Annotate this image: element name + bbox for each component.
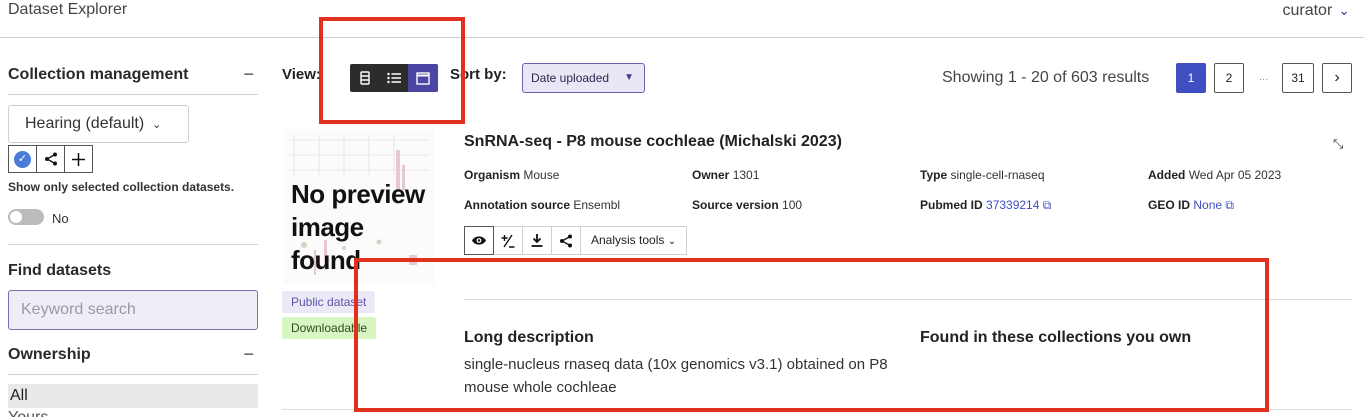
long-description-title: Long description bbox=[464, 329, 594, 346]
compact-view-icon bbox=[359, 71, 370, 85]
page-button-1[interactable]: 1 bbox=[1176, 63, 1206, 93]
pubmed-link[interactable]: 37339214 bbox=[986, 198, 1039, 212]
collection-management-title: Collection management bbox=[8, 66, 189, 83]
meta-geo-id: GEO ID None ⧉ bbox=[1148, 198, 1234, 213]
meta-label: Type bbox=[920, 168, 948, 182]
meta-value: Mouse bbox=[523, 168, 560, 182]
eye-icon bbox=[472, 236, 486, 245]
meta-label: Annotation source bbox=[464, 198, 571, 212]
show-only-selected-toggle[interactable] bbox=[8, 209, 44, 225]
app-title: Dataset Explorer bbox=[8, 1, 128, 18]
download-button[interactable] bbox=[523, 227, 552, 254]
long-description-text: single-nucleus rnaseq data (10x genomics… bbox=[464, 356, 888, 396]
page-button-2[interactable]: 2 bbox=[1214, 63, 1244, 93]
meta-added: Added Wed Apr 05 2023 bbox=[1148, 168, 1281, 182]
collapse-icon[interactable]: ⤡ bbox=[1333, 136, 1343, 152]
chevron-down-icon: ⌄ bbox=[152, 119, 162, 131]
collapse-collection-management-button[interactable]: − bbox=[243, 64, 254, 85]
toggle-state-label: No bbox=[52, 211, 69, 226]
show-only-selected-label: Show only selected collection datasets. bbox=[8, 180, 235, 194]
meta-value: single-cell-rnaseq bbox=[950, 168, 1045, 182]
share-icon bbox=[560, 234, 572, 247]
analysis-tools-label: Analysis tools bbox=[591, 233, 665, 247]
collection-select[interactable]: Hearing (default) ⌄ bbox=[8, 105, 189, 143]
ownership-title: Ownership bbox=[8, 346, 91, 363]
ownership-option-all[interactable]: All bbox=[8, 384, 258, 408]
meta-annotation-source: Annotation source Ensembl bbox=[464, 198, 620, 212]
meta-label: GEO ID bbox=[1148, 198, 1191, 212]
public-dataset-badge: Public dataset bbox=[282, 291, 376, 313]
chevron-down-icon: ⌄ bbox=[667, 236, 677, 247]
meta-value: Ensembl bbox=[573, 198, 621, 212]
no-preview-text: No preview image found bbox=[291, 179, 425, 275]
meta-organism: Organism Mouse bbox=[464, 168, 559, 182]
results-count: Showing 1 - 20 of 603 results bbox=[942, 69, 1150, 86]
divider bbox=[282, 409, 1352, 410]
select-collection-button[interactable]: ✓ bbox=[8, 145, 37, 173]
meta-label: Source version bbox=[692, 198, 779, 212]
analysis-tools-dropdown[interactable]: Analysis tools ⌄ bbox=[581, 227, 686, 254]
meta-value: Wed Apr 05 2023 bbox=[1188, 168, 1282, 182]
view-label: View: bbox=[282, 66, 321, 83]
top-bar: Dataset Explorer curator ⌄ bbox=[0, 0, 1364, 38]
meta-pubmed-id: Pubmed ID 37339214 ⧉ bbox=[920, 198, 1051, 213]
plus-icon bbox=[72, 152, 85, 166]
meta-owner: Owner 1301 bbox=[692, 168, 759, 182]
user-menu[interactable]: curator ⌄ bbox=[1282, 0, 1350, 21]
share-dataset-button[interactable] bbox=[552, 227, 581, 254]
sort-select[interactable]: Date uploaded ▼ bbox=[522, 63, 645, 93]
meta-label: Organism bbox=[464, 168, 521, 182]
meta-source-version: Source version 100 bbox=[692, 198, 802, 212]
download-icon bbox=[531, 234, 543, 247]
divider bbox=[8, 94, 258, 95]
next-page-button[interactable]: › bbox=[1322, 63, 1352, 93]
find-datasets-title: Find datasets bbox=[8, 262, 112, 279]
external-link-icon: ⧉ bbox=[1225, 198, 1234, 212]
check-icon: ✓ bbox=[14, 150, 31, 168]
pagination-ellipsis: ... bbox=[1259, 71, 1269, 83]
user-name: curator bbox=[1282, 2, 1333, 19]
compact-view-button[interactable] bbox=[350, 64, 379, 92]
collection-select-value: Hearing (default) bbox=[25, 115, 145, 132]
sort-label: Sort by: bbox=[450, 66, 507, 83]
toggle-knob bbox=[10, 211, 22, 223]
ownership-option-yours[interactable]: Yours bbox=[8, 409, 48, 417]
keyword-search-input[interactable] bbox=[8, 290, 258, 330]
external-link-icon: ⧉ bbox=[1042, 198, 1052, 212]
page-button-31[interactable]: 31 bbox=[1282, 63, 1314, 93]
divider bbox=[8, 374, 258, 375]
view-mode-group bbox=[350, 64, 438, 92]
collection-action-buttons: ✓ bbox=[8, 145, 93, 173]
expanded-view-button[interactable] bbox=[408, 64, 438, 92]
view-dataset-button[interactable] bbox=[464, 226, 494, 255]
list-icon bbox=[386, 72, 401, 84]
expanded-view-icon bbox=[416, 71, 430, 85]
plus-minus-icon bbox=[501, 234, 515, 248]
dataset-actions: Analysis tools ⌄ bbox=[464, 226, 688, 255]
collections-title: Found in these collections you own bbox=[920, 329, 1192, 346]
meta-label: Owner bbox=[692, 168, 730, 182]
list-view-button[interactable] bbox=[379, 64, 408, 92]
downloadable-badge: Downloadable bbox=[282, 317, 377, 339]
meta-label: Added bbox=[1148, 168, 1186, 182]
meta-type: Type single-cell-rnaseq bbox=[920, 168, 1045, 182]
share-icon bbox=[44, 152, 57, 166]
share-collection-button[interactable] bbox=[36, 145, 65, 173]
chevron-down-icon: ▼ bbox=[624, 72, 634, 83]
divider bbox=[464, 299, 1352, 300]
chevron-down-icon: ⌄ bbox=[1338, 2, 1350, 18]
compare-button[interactable] bbox=[494, 227, 523, 254]
dataset-title[interactable]: SnRNA-seq - P8 mouse cochleae (Michalski… bbox=[464, 133, 842, 151]
sort-select-value: Date uploaded bbox=[531, 71, 610, 85]
geo-link[interactable]: None bbox=[1193, 198, 1222, 212]
divider bbox=[8, 244, 258, 245]
dataset-thumbnail[interactable]: No preview image found bbox=[284, 130, 434, 285]
meta-value: 100 bbox=[782, 198, 803, 212]
meta-label: Pubmed ID bbox=[920, 198, 983, 212]
collapse-ownership-button[interactable]: − bbox=[243, 344, 254, 365]
meta-value: 1301 bbox=[732, 168, 760, 182]
add-collection-button[interactable] bbox=[64, 145, 93, 173]
